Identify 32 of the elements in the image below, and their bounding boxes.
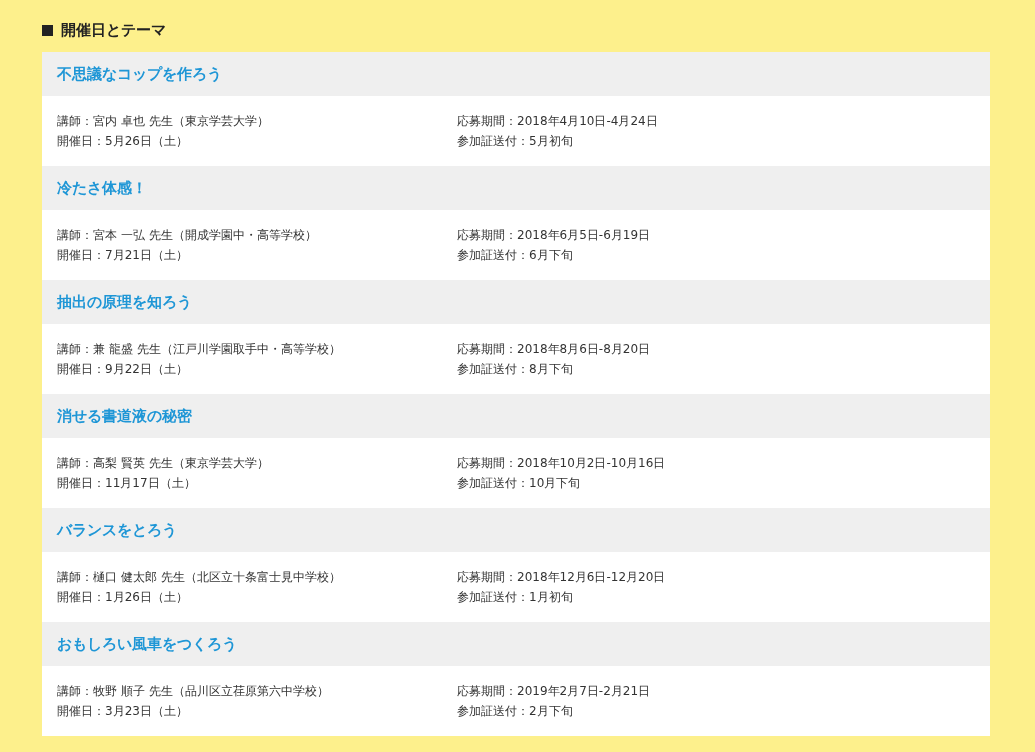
- lecturer-text: 講師：宮内 卓也 先生（東京学芸大学）: [57, 112, 270, 130]
- ticket-shipping-text: 参加証送付：6月下旬: [457, 246, 574, 264]
- theme-title: 不思議なコップを作ろう: [57, 64, 222, 84]
- square-bullet-icon: [42, 24, 53, 36]
- application-period-text: 応募期間：2018年10月2日-10月16日: [457, 454, 666, 472]
- lecturer-text: 講師：牧野 順子 先生（品川区立荏原第六中学校）: [57, 682, 330, 700]
- date-text: 開催日：1月26日（土）: [57, 588, 189, 606]
- application-period-text: 応募期間：2019年2月7日-2月21日: [457, 682, 651, 700]
- date-text: 開催日：11月17日（土）: [57, 474, 197, 492]
- ticket-shipping-text: 参加証送付：1月初旬: [457, 588, 574, 606]
- date-text: 開催日：7月21日（土）: [57, 246, 189, 264]
- lecturer-text: 講師：兼 龍盛 先生（江戸川学園取手中・高等学校）: [57, 340, 342, 358]
- application-period-text: 応募期間：2018年12月6日-12月20日: [457, 568, 666, 586]
- lecturer-text: 講師：宮本 一弘 先生（開成学園中・高等学校）: [57, 226, 318, 244]
- application-period-text: 応募期間：2018年6月5日-6月19日: [457, 226, 651, 244]
- ticket-shipping-text: 参加証送付：10月下旬: [457, 474, 582, 492]
- theme-title: おもしろい風車をつくろう: [57, 634, 237, 654]
- ticket-shipping-text: 参加証送付：2月下旬: [457, 702, 574, 720]
- theme-title: 抽出の原理を知ろう: [57, 292, 192, 312]
- theme-title: 消せる書道液の秘密: [57, 406, 192, 426]
- application-period-text: 応募期間：2018年4月10日-4月24日: [457, 112, 658, 130]
- theme-title: バランスをとろう: [57, 520, 177, 540]
- date-text: 開催日：5月26日（土）: [57, 132, 189, 150]
- ticket-shipping-text: 参加証送付：5月初旬: [457, 132, 574, 150]
- ticket-shipping-text: 参加証送付：8月下旬: [457, 360, 574, 378]
- section-heading: 開催日とテーマ: [61, 20, 166, 40]
- application-period-text: 応募期間：2018年8月6日-8月20日: [457, 340, 651, 358]
- lecturer-text: 講師：樋口 健太郎 先生（北区立十条富士見中学校）: [57, 568, 342, 586]
- theme-title: 冷たさ体感！: [57, 178, 147, 198]
- date-text: 開催日：9月22日（土）: [57, 360, 189, 378]
- date-text: 開催日：3月23日（土）: [57, 702, 189, 720]
- lecturer-text: 講師：高梨 賢英 先生（東京学芸大学）: [57, 454, 270, 472]
